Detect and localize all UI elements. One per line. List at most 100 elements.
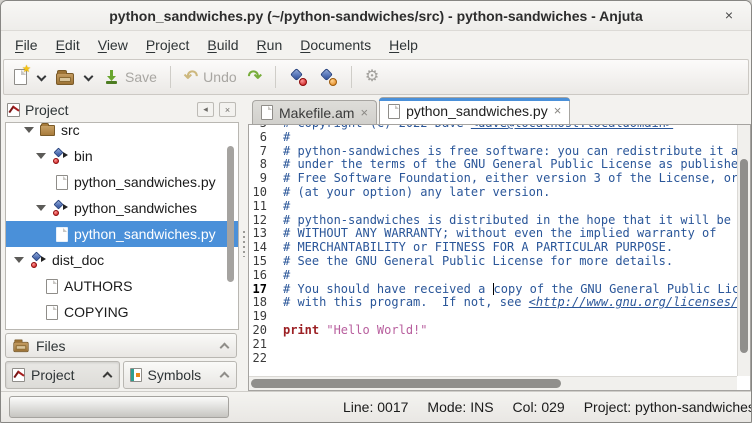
- dock-tabs: Project Symbols: [5, 361, 237, 389]
- tree-item-copying[interactable]: COPYING: [6, 299, 238, 325]
- tab-close-icon[interactable]: ×: [360, 107, 368, 119]
- editor-notebook: Makefile.am × python_sandwiches.py × 5# …: [248, 97, 751, 391]
- panel-close-button[interactable]: ×: [219, 102, 236, 117]
- document-icon: [388, 104, 400, 119]
- line-text: # (at your option) any later version.: [275, 186, 737, 200]
- document-icon: [261, 105, 273, 120]
- undo-button[interactable]: ↶ Undo: [180, 66, 241, 88]
- menu-documents[interactable]: Documents: [291, 34, 380, 56]
- redo-button[interactable]: ↷: [244, 67, 266, 87]
- toolbar-separator: [170, 66, 171, 88]
- line-number: 21: [249, 338, 275, 352]
- document-icon: [56, 175, 68, 190]
- titlebar: python_sandwiches.py (~/python-sandwiche…: [1, 1, 751, 31]
- chevron-up-icon[interactable]: [220, 372, 230, 382]
- line-number: 8: [249, 158, 275, 172]
- project-tree: srcbinpython_sandwiches.pypython_sandwic…: [5, 122, 239, 330]
- dock-tab-symbols[interactable]: Symbols: [123, 361, 238, 389]
- editor-horizontal-scrollbar[interactable]: [249, 376, 737, 390]
- open-file-dropdown-icon[interactable]: [84, 71, 94, 81]
- document-icon: [56, 227, 68, 242]
- new-file-icon: ★: [14, 69, 27, 85]
- menu-run[interactable]: Run: [248, 34, 292, 56]
- anjuta-window: python_sandwiches.py (~/python-sandwiche…: [0, 0, 752, 423]
- code-area[interactable]: 5# Copyright (C) 2022 Dave <dave@localho…: [249, 125, 737, 376]
- menu-help[interactable]: Help: [380, 34, 427, 56]
- editor-vertical-scrollbar[interactable]: [737, 125, 750, 376]
- code-line: 12# python-sandwiches is distributed in …: [249, 214, 737, 228]
- configure-button[interactable]: ⚙: [361, 66, 383, 88]
- expander-icon[interactable]: [36, 153, 46, 159]
- gear-icon: ⚙: [365, 69, 379, 85]
- save-button[interactable]: Save: [99, 66, 161, 88]
- dock-tab-project[interactable]: Project: [5, 361, 120, 389]
- line-number: 19: [249, 310, 275, 324]
- files-dock-bar[interactable]: Files: [5, 333, 237, 358]
- editor-pane: 5# Copyright (C) 2022 Dave <dave@localho…: [248, 124, 751, 391]
- panel-float-button[interactable]: ◂: [197, 102, 214, 117]
- code-line: 11#: [249, 200, 737, 214]
- line-text: # python-sandwiches is free software: yo…: [275, 145, 737, 159]
- line-text: [275, 310, 737, 324]
- tree-item-label: python_sandwiches.py: [74, 226, 216, 242]
- tree-item-bin[interactable]: bin: [6, 143, 238, 169]
- tree-item-src[interactable]: src: [6, 122, 238, 143]
- tree-scrollbar[interactable]: [226, 126, 235, 326]
- menu-edit[interactable]: Edit: [47, 34, 89, 56]
- tree-item-authors[interactable]: AUTHORS: [6, 273, 238, 299]
- project-icon: [12, 368, 25, 382]
- chevron-up-icon[interactable]: [102, 372, 112, 382]
- tree-item-python-sandwiches-py[interactable]: python_sandwiches.py: [6, 169, 238, 195]
- line-number: 20: [249, 324, 275, 338]
- status-mode-: Mode: INS: [427, 399, 493, 415]
- line-number: 10: [249, 186, 275, 200]
- line-number: 9: [249, 172, 275, 186]
- window-close-icon[interactable]: ×: [720, 7, 738, 25]
- line-text: #: [275, 269, 737, 283]
- sidebar: Project ◂ × srcbinpython_sandwiches.pypy…: [1, 97, 239, 391]
- code-line: 15# See the GNU General Public License f…: [249, 255, 737, 269]
- menu-view[interactable]: View: [89, 34, 137, 56]
- expander-icon[interactable]: [24, 127, 34, 133]
- tree-item-python-sandwiches-py[interactable]: python_sandwiches.py: [6, 221, 238, 247]
- build-button[interactable]: [285, 66, 312, 89]
- code-line: 22: [249, 352, 737, 366]
- pane-splitter[interactable]: [239, 97, 248, 391]
- install-icon: [319, 69, 338, 86]
- tab-makefile-am[interactable]: Makefile.am ×: [252, 100, 377, 124]
- expander-icon[interactable]: [14, 257, 24, 263]
- tree-item-dist-doc[interactable]: dist_doc: [6, 247, 238, 273]
- dock-tab-label: Project: [31, 367, 98, 383]
- new-file-dropdown-icon[interactable]: [37, 71, 47, 81]
- tab-close-icon[interactable]: ×: [554, 105, 562, 117]
- code-line: 18# with this program. If not, see <http…: [249, 296, 737, 310]
- line-text: # with this program. If not, see <http:/…: [275, 296, 737, 310]
- new-file-button[interactable]: ★: [10, 66, 31, 88]
- expander-icon[interactable]: [36, 205, 46, 211]
- toolbar-separator: [275, 66, 276, 88]
- tree-item-python-sandwiches[interactable]: python_sandwiches: [6, 195, 238, 221]
- tree-item-label: src: [61, 122, 80, 138]
- open-file-button[interactable]: [52, 66, 78, 88]
- progress-box: [9, 396, 229, 418]
- install-button[interactable]: [315, 66, 342, 89]
- line-number: 22: [249, 352, 275, 366]
- tree-item-changelog[interactable]: ChangeLog: [6, 325, 238, 330]
- line-number: 15: [249, 255, 275, 269]
- code-line: 14# MERCHANTABILITY or FITNESS FOR A PAR…: [249, 241, 737, 255]
- menu-file[interactable]: File: [6, 34, 47, 56]
- code-line: 6#: [249, 131, 737, 145]
- menu-build[interactable]: Build: [198, 34, 247, 56]
- line-text: # Free Software Foundation, either versi…: [275, 172, 737, 186]
- files-expand-icon[interactable]: [220, 342, 230, 352]
- project-panel-header: Project ◂ ×: [5, 97, 239, 122]
- undo-label: Undo: [203, 69, 236, 85]
- tab-python-sandwiches-py[interactable]: python_sandwiches.py ×: [379, 97, 570, 124]
- document-icon: [46, 305, 58, 320]
- main-area: Project ◂ × srcbinpython_sandwiches.pypy…: [1, 97, 751, 391]
- menu-project[interactable]: Project: [137, 34, 199, 56]
- code-line: 16#: [249, 269, 737, 283]
- window-title: python_sandwiches.py (~/python-sandwiche…: [109, 8, 643, 24]
- build-icon: [289, 69, 308, 86]
- line-text: print "Hello World!": [275, 324, 737, 338]
